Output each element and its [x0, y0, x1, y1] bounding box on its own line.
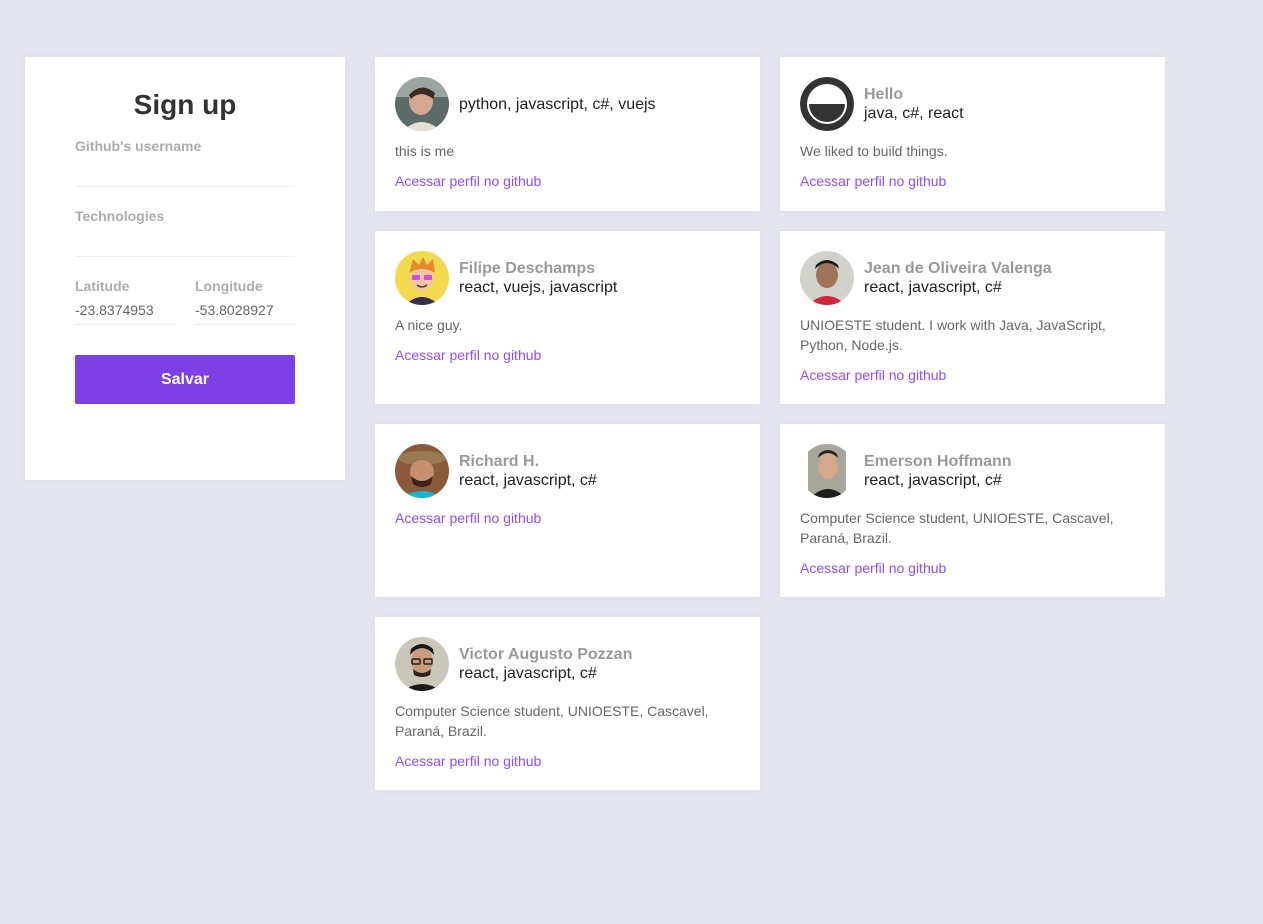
longitude-field-block: Longitude: [195, 277, 295, 325]
dev-card-header: Richard H. react, javascript, c#: [395, 444, 740, 498]
dev-bio: A nice guy.: [395, 317, 463, 333]
dev-card: Richard H. react, javascript, c# Acessar…: [375, 424, 760, 597]
techs-input[interactable]: [75, 225, 295, 257]
dev-card-header: Filipe Deschamps react, vuejs, javascrip…: [395, 251, 740, 305]
app-container: Sign up Github's username Technologies L…: [25, 57, 1165, 790]
signup-form: Github's username Technologies Latitude …: [75, 137, 295, 404]
user-info: Hello java, c#, react: [864, 85, 964, 123]
user-info: Richard H. react, javascript, c#: [459, 452, 597, 490]
avatar: [395, 637, 449, 691]
dev-card-header: Victor Augusto Pozzan react, javascript,…: [395, 637, 740, 691]
dev-bio: UNIOESTE student. I work with Java, Java…: [800, 317, 1106, 353]
dev-card: Hello java, c#, react We liked to build …: [780, 57, 1165, 211]
techs-field-block: Technologies: [75, 207, 295, 257]
signup-panel: Sign up Github's username Technologies L…: [25, 57, 345, 480]
dev-techs: java, c#, react: [864, 105, 964, 122]
dev-techs: react, javascript, c#: [864, 472, 1002, 489]
avatar: [395, 444, 449, 498]
dev-card: Jean de Oliveira Valenga react, javascri…: [780, 231, 1165, 404]
avatar: [800, 251, 854, 305]
dev-name: Richard H.: [459, 453, 540, 470]
github-profile-link[interactable]: Acessar perfil no github: [395, 171, 541, 191]
user-info: Jean de Oliveira Valenga react, javascri…: [864, 259, 1052, 297]
longitude-label: Longitude: [195, 278, 263, 294]
longitude-input[interactable]: [195, 295, 295, 325]
dev-card-header: Emerson Hoffmann react, javascript, c#: [800, 444, 1145, 498]
dev-techs: react, vuejs, javascript: [459, 279, 618, 296]
github-username-label: Github's username: [75, 138, 202, 154]
latitude-field-block: Latitude: [75, 277, 175, 325]
github-profile-link[interactable]: Acessar perfil no github: [800, 558, 946, 578]
dev-card: Victor Augusto Pozzan react, javascript,…: [375, 617, 760, 790]
dev-bio: this is me: [395, 143, 455, 159]
dev-name: Jean de Oliveira Valenga: [864, 260, 1052, 277]
latitude-label: Latitude: [75, 278, 130, 294]
dev-bio: Computer Science student, UNIOESTE, Casc…: [395, 703, 709, 739]
dev-name: Hello: [864, 86, 904, 103]
dev-card: Filipe Deschamps react, vuejs, javascrip…: [375, 231, 760, 404]
cartoon-avatar-icon: [395, 251, 449, 305]
dev-card: python, javascript, c#, vuejs this is me…: [375, 57, 760, 211]
dev-techs: react, javascript, c#: [459, 472, 597, 489]
github-username-input[interactable]: [75, 155, 295, 187]
circle-logo-icon: [800, 77, 854, 131]
dev-techs: python, javascript, c#, vuejs: [459, 95, 656, 113]
latitude-input[interactable]: [75, 295, 175, 325]
dev-name: Emerson Hoffmann: [864, 453, 1012, 470]
dev-list: python, javascript, c#, vuejs this is me…: [375, 57, 1165, 790]
dev-name: Filipe Deschamps: [459, 260, 596, 277]
avatar: [395, 77, 449, 131]
coords-group: Latitude Longitude: [75, 277, 295, 345]
dev-bio: We liked to build things.: [800, 143, 948, 159]
dev-techs: react, javascript, c#: [864, 279, 1002, 296]
user-info: Emerson Hoffmann react, javascript, c#: [864, 452, 1012, 490]
dev-techs: react, javascript, c#: [459, 665, 597, 682]
dev-card-header: Hello java, c#, react: [800, 77, 1145, 131]
github-profile-link[interactable]: Acessar perfil no github: [395, 751, 541, 771]
dev-card-header: Jean de Oliveira Valenga react, javascri…: [800, 251, 1145, 305]
signup-title: Sign up: [133, 89, 237, 120]
techs-label: Technologies: [75, 208, 165, 224]
dev-card: Emerson Hoffmann react, javascript, c# C…: [780, 424, 1165, 597]
user-info: python, javascript, c#, vuejs: [459, 95, 656, 114]
github-profile-link[interactable]: Acessar perfil no github: [395, 345, 541, 365]
dev-name: Victor Augusto Pozzan: [459, 646, 633, 663]
avatar: [800, 444, 854, 498]
dev-bio: Computer Science student, UNIOESTE, Casc…: [800, 510, 1114, 546]
github-profile-link[interactable]: Acessar perfil no github: [800, 171, 946, 191]
save-button[interactable]: Salvar: [75, 355, 295, 404]
dev-card-header: python, javascript, c#, vuejs: [395, 77, 740, 131]
github-profile-link[interactable]: Acessar perfil no github: [800, 365, 946, 385]
user-info: Victor Augusto Pozzan react, javascript,…: [459, 645, 632, 683]
github-username-field-block: Github's username: [75, 137, 295, 187]
user-info: Filipe Deschamps react, vuejs, javascrip…: [459, 259, 617, 297]
github-profile-link[interactable]: Acessar perfil no github: [395, 508, 541, 528]
